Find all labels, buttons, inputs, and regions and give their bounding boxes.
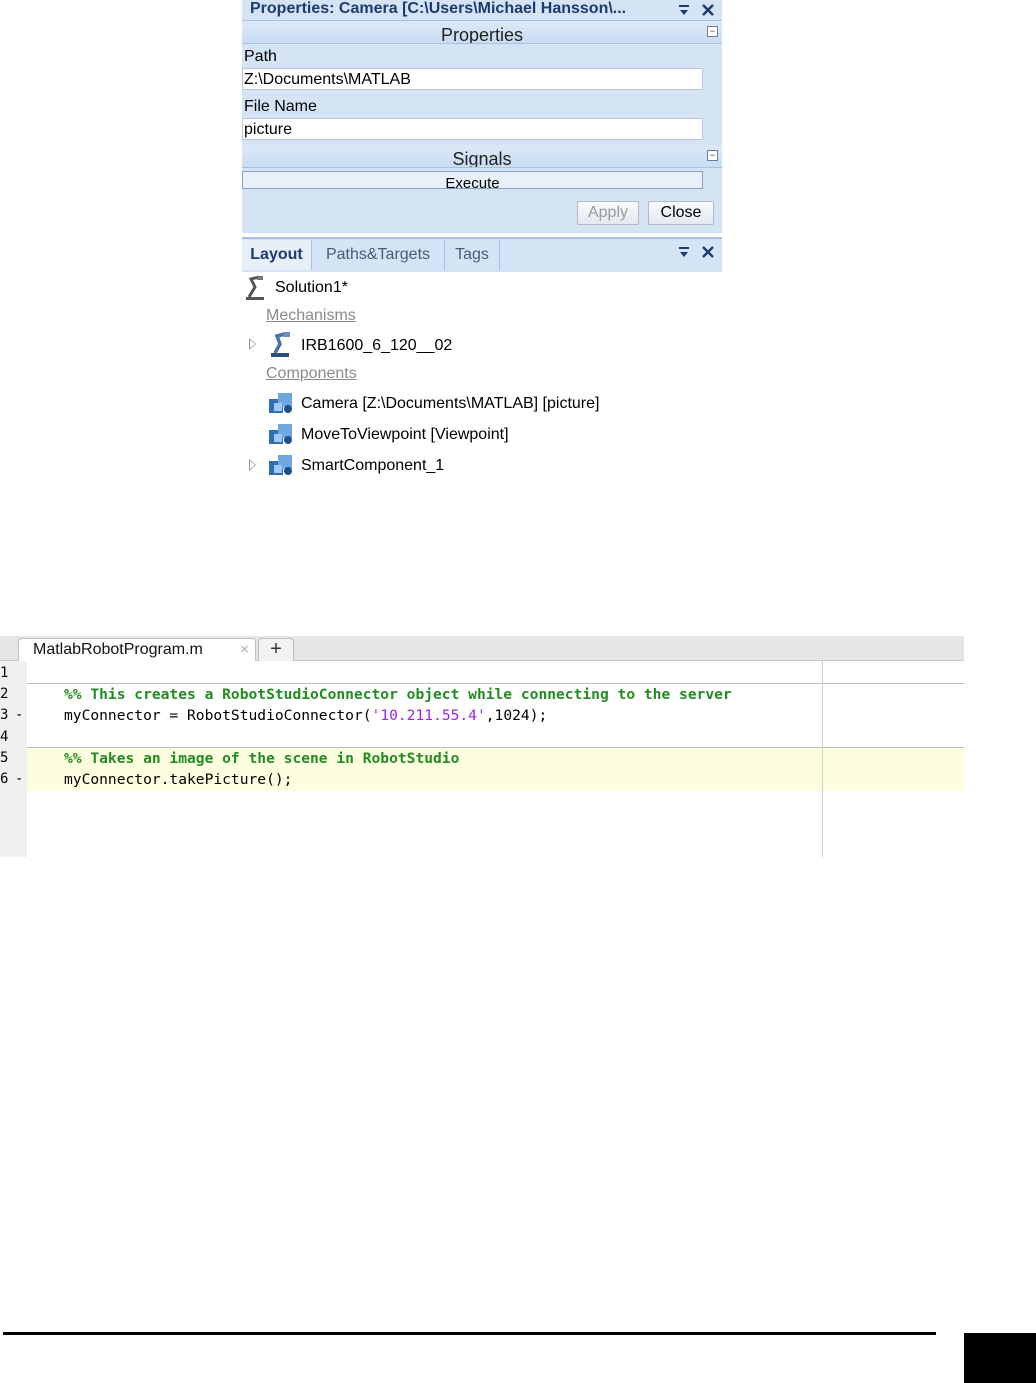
path-field[interactable]: Z:\Documents\MATLAB <box>242 68 703 90</box>
filename-field[interactable]: picture <box>242 118 703 140</box>
code-line-3: myConnector = RobotStudioConnector('10.2… <box>64 705 547 726</box>
code-line-6: myConnector.takePicture(); <box>64 771 293 788</box>
robot-icon <box>268 332 292 363</box>
expand-arrow-icon[interactable] <box>249 338 256 350</box>
tree-item-component-smartcomponent[interactable]: SmartComponent_1 <box>301 456 444 476</box>
code-text: ,1024); <box>485 707 548 724</box>
right-margin-line <box>822 661 823 857</box>
tree-item-component-movetoviewpoint[interactable]: MoveToViewpoint [Viewpoint] <box>301 425 509 445</box>
breakpoint-marker[interactable]: - <box>15 769 23 790</box>
properties-panel: Properties: Camera [C:\Users\Michael Han… <box>242 0 722 233</box>
line-number: 3 <box>0 707 9 723</box>
dropdown-icon[interactable] <box>674 0 694 19</box>
section-properties-label: Properties <box>440 25 524 44</box>
smart-component-icon <box>268 453 294 482</box>
properties-title: Properties: Camera [C:\Users\Michael Han… <box>250 0 627 17</box>
components-header: Components <box>266 365 357 382</box>
footer-rule <box>3 1332 936 1335</box>
collapse-icon[interactable]: − <box>707 150 718 161</box>
expand-arrow-icon[interactable] <box>249 459 256 471</box>
code-line-5: %% Takes an image of the scene in RobotS… <box>64 750 460 767</box>
properties-titlebar: Properties: Camera [C:\Users\Michael Han… <box>242 0 722 21</box>
line-number: 5 <box>0 750 9 766</box>
execute-button[interactable]: Execute <box>242 171 703 189</box>
mechanisms-header: Mechanisms <box>266 307 356 324</box>
code-string: '10.211.55.4' <box>371 707 486 724</box>
filename-label: File Name <box>244 98 317 115</box>
tab-layout[interactable]: Layout <box>242 240 312 270</box>
close-icon[interactable]: × <box>240 640 249 660</box>
tree-item-solution[interactable]: Solution1* <box>275 278 348 298</box>
line-number: 6 <box>0 771 9 787</box>
code-editor[interactable]: 1 2 3 4 5 6 - - %% This creates a RobotS… <box>0 661 964 857</box>
line-number: 4 <box>0 729 9 745</box>
code-line-2: %% This creates a RobotStudioConnector o… <box>64 686 732 703</box>
editor-tab[interactable]: MatlabRobotProgram.m × <box>18 638 256 661</box>
editor-tabbar: MatlabRobotProgram.m × + <box>0 636 964 661</box>
page-number-box <box>964 1333 1036 1383</box>
line-number: 1 <box>0 665 9 681</box>
collapse-icon[interactable]: − <box>707 26 718 37</box>
close-icon[interactable] <box>698 245 718 264</box>
dropdown-icon[interactable] <box>674 245 694 264</box>
editor-tab-label: MatlabRobotProgram.m <box>33 641 203 658</box>
close-icon[interactable] <box>698 0 718 19</box>
section-properties-header[interactable]: Properties − <box>242 21 722 44</box>
close-button[interactable]: Close <box>648 201 714 225</box>
line-number: 2 <box>0 686 9 702</box>
smart-component-icon <box>268 391 294 420</box>
tree-item-mechanism[interactable]: IRB1600_6_120__02 <box>301 336 452 356</box>
smart-component-icon <box>268 422 294 451</box>
solution-icon <box>243 275 267 306</box>
section-signals-header[interactable]: Signals − <box>242 145 722 168</box>
path-label: Path <box>244 48 277 65</box>
layout-tabbar: Layout Paths&Targets Tags <box>242 237 722 272</box>
tree-item-component-camera[interactable]: Camera [Z:\Documents\MATLAB] [picture] <box>301 394 599 414</box>
new-tab-button[interactable]: + <box>258 638 294 661</box>
apply-button[interactable]: Apply <box>577 201 639 225</box>
tab-paths-targets[interactable]: Paths&Targets <box>312 240 445 270</box>
line-gutter: 1 2 3 4 5 6 - - <box>0 661 27 857</box>
breakpoint-marker[interactable]: - <box>15 705 23 726</box>
code-text: myConnector = RobotStudioConnector( <box>64 707 372 724</box>
tab-tags[interactable]: Tags <box>445 240 500 270</box>
section-signals-label: Signals <box>452 149 512 168</box>
